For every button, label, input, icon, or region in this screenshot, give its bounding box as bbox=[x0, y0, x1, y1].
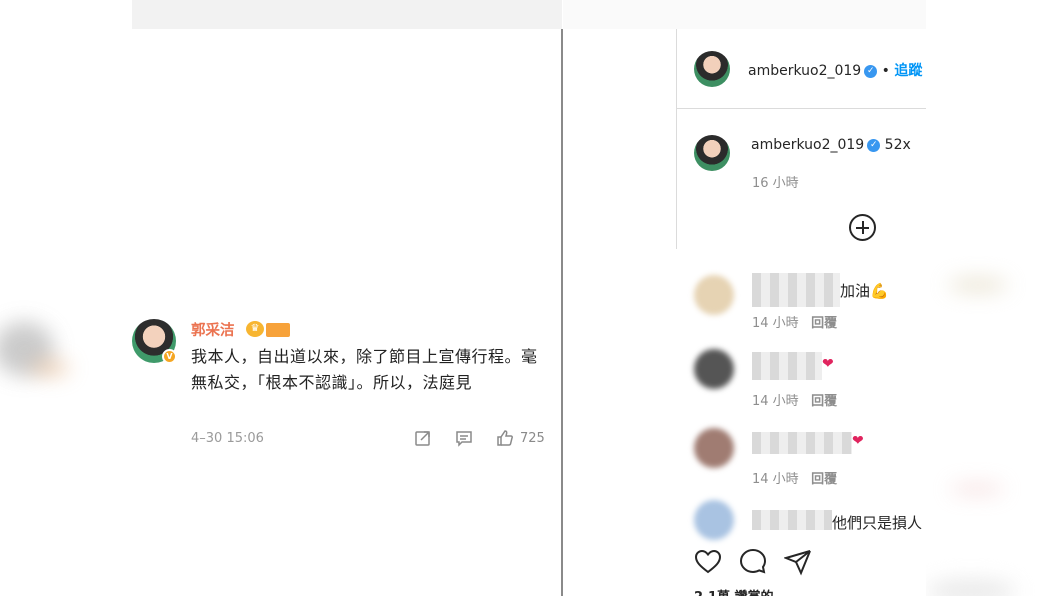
comment-text: 加油💪 bbox=[840, 282, 889, 300]
comment-meta: 14 小時 回覆 bbox=[752, 390, 837, 409]
like-icon[interactable] bbox=[496, 429, 514, 447]
instagram-header-divider bbox=[676, 108, 926, 109]
blurred-commenter-name bbox=[752, 510, 832, 530]
comment-meta: 14 小時 回覆 bbox=[752, 468, 837, 487]
ig-caption-username[interactable]: amberkuo2_019 bbox=[751, 137, 864, 153]
ig-header-avatar[interactable] bbox=[694, 51, 730, 87]
ig-caption-user-row: amberkuo2_019 ✓ 52x bbox=[751, 137, 911, 153]
verified-icon: ✓ bbox=[867, 138, 881, 152]
comment-text: 他們只是損人 bbox=[832, 514, 923, 532]
weibo-tag-badge bbox=[266, 323, 290, 337]
comment-time: 14 小時 bbox=[752, 394, 799, 409]
share-icon[interactable] bbox=[414, 429, 432, 447]
weibo-username[interactable]: 郭采洁 bbox=[191, 319, 235, 340]
weibo-post-text: 我本人，自出道以來，除了節目上宣傳行程。毫無私交，「根本不認識」。所以，法庭見 bbox=[191, 347, 538, 392]
heart-like-icon[interactable] bbox=[694, 548, 722, 576]
comment-meta: 14 小時 回覆 bbox=[752, 312, 837, 331]
blurred-commenter-name bbox=[752, 432, 852, 454]
heart-icon: ❤ bbox=[852, 433, 864, 449]
panel-divider bbox=[561, 29, 563, 596]
comment-avatar[interactable] bbox=[694, 500, 734, 540]
crown-icon: ♛ bbox=[246, 321, 264, 337]
ig-header-username[interactable]: amberkuo2_019 bbox=[748, 63, 861, 79]
follow-button[interactable]: 追蹤 bbox=[894, 63, 922, 79]
comment-bubble-icon[interactable] bbox=[739, 548, 767, 576]
weibo-post-panel bbox=[132, 0, 562, 596]
caption-time: 16 小時 bbox=[752, 176, 799, 191]
verified-icon: ✓ bbox=[864, 64, 878, 78]
blurred-commenter-name bbox=[752, 352, 822, 380]
comment-icon[interactable] bbox=[455, 429, 473, 447]
ig-header-user-row: amberkuo2_019 ✓ • 追蹤 bbox=[748, 60, 922, 80]
comment-avatar[interactable] bbox=[694, 428, 734, 468]
blurred-commenter-name bbox=[752, 273, 840, 307]
blurred-background-right bbox=[926, 0, 1060, 596]
instagram-panel-border bbox=[676, 29, 677, 249]
comment-time: 14 小時 bbox=[752, 472, 799, 487]
reply-button[interactable]: 回覆 bbox=[811, 316, 837, 331]
weibo-top-bar bbox=[132, 0, 562, 29]
ig-caption-avatar[interactable] bbox=[694, 135, 730, 171]
reply-button[interactable]: 回覆 bbox=[811, 472, 837, 487]
comment-avatar[interactable] bbox=[694, 349, 734, 389]
like-count: 725 bbox=[520, 431, 545, 446]
load-more-comments-icon[interactable] bbox=[849, 214, 876, 241]
likes-summary-partial: 2.1萬 讚賞的 bbox=[694, 586, 774, 596]
heart-icon: ❤ bbox=[822, 356, 834, 372]
separator-dot: • bbox=[881, 63, 890, 79]
comment-avatar[interactable] bbox=[694, 275, 734, 315]
share-direct-icon[interactable] bbox=[784, 548, 812, 576]
comment-time: 14 小時 bbox=[752, 316, 799, 331]
reply-button[interactable]: 回覆 bbox=[811, 394, 837, 409]
blurred-background-left bbox=[0, 0, 132, 596]
verified-badge-icon: V bbox=[162, 349, 177, 364]
instagram-top-strip bbox=[563, 0, 926, 29]
caption-extra-text: 52x bbox=[884, 137, 911, 153]
weibo-timestamp: 4–30 15:06 bbox=[191, 431, 264, 446]
